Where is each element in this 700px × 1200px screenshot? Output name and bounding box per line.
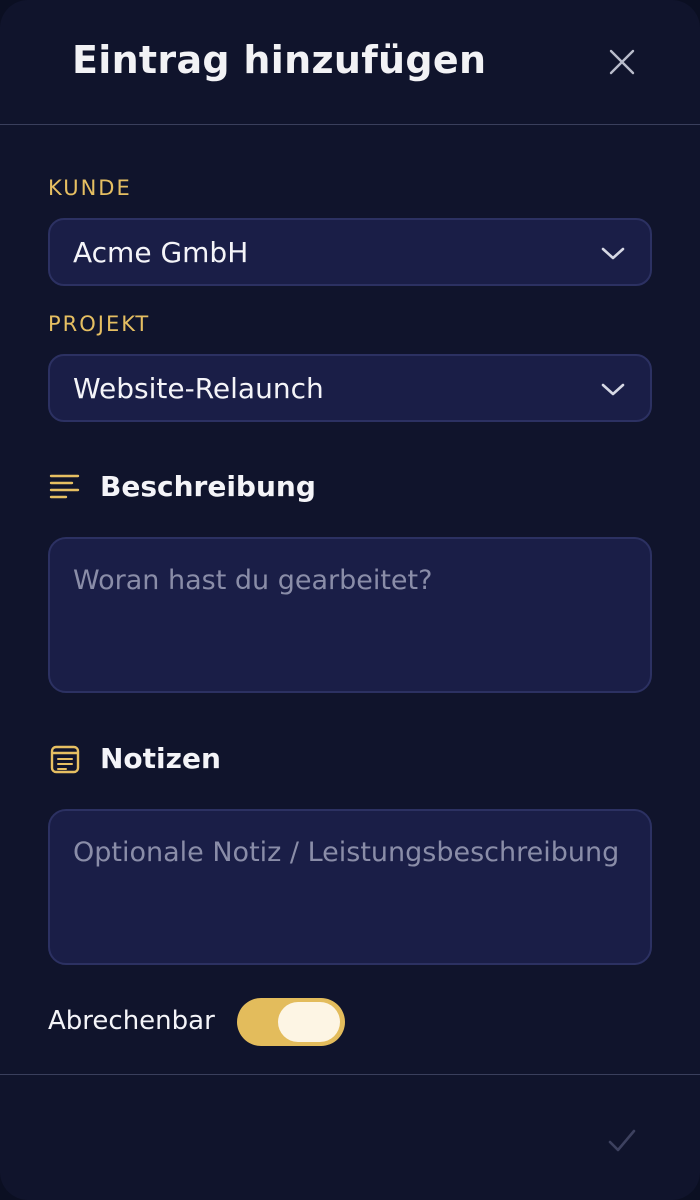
align-left-icon xyxy=(49,474,80,499)
project-value: Website-Relaunch xyxy=(73,372,324,405)
add-entry-dialog: Eintrag hinzufügen KUNDE Acme GmbH PROJE… xyxy=(0,0,700,1200)
billable-toggle[interactable] xyxy=(237,998,345,1046)
close-button[interactable] xyxy=(602,42,642,82)
toggle-knob xyxy=(278,1002,340,1042)
description-label: Beschreibung xyxy=(100,470,316,503)
check-icon xyxy=(608,1129,636,1152)
dialog-header: Eintrag hinzufügen xyxy=(0,0,700,125)
notes-input[interactable] xyxy=(48,809,652,965)
close-icon xyxy=(609,49,635,75)
description-input[interactable] xyxy=(48,537,652,693)
confirm-button[interactable] xyxy=(604,1123,640,1159)
project-select[interactable]: Website-Relaunch xyxy=(48,354,652,422)
note-icon xyxy=(50,745,80,774)
customer-label: KUNDE xyxy=(48,176,132,200)
notes-label: Notizen xyxy=(100,742,221,775)
customer-select[interactable]: Acme GmbH xyxy=(48,218,652,286)
dialog-title: Eintrag hinzufügen xyxy=(72,38,487,82)
chevron-down-icon xyxy=(601,247,625,260)
chevron-down-icon xyxy=(601,383,625,396)
billable-label: Abrechenbar xyxy=(48,1006,215,1036)
project-label: PROJEKT xyxy=(48,312,151,336)
customer-value: Acme GmbH xyxy=(73,236,249,269)
dialog-footer xyxy=(0,1074,700,1200)
